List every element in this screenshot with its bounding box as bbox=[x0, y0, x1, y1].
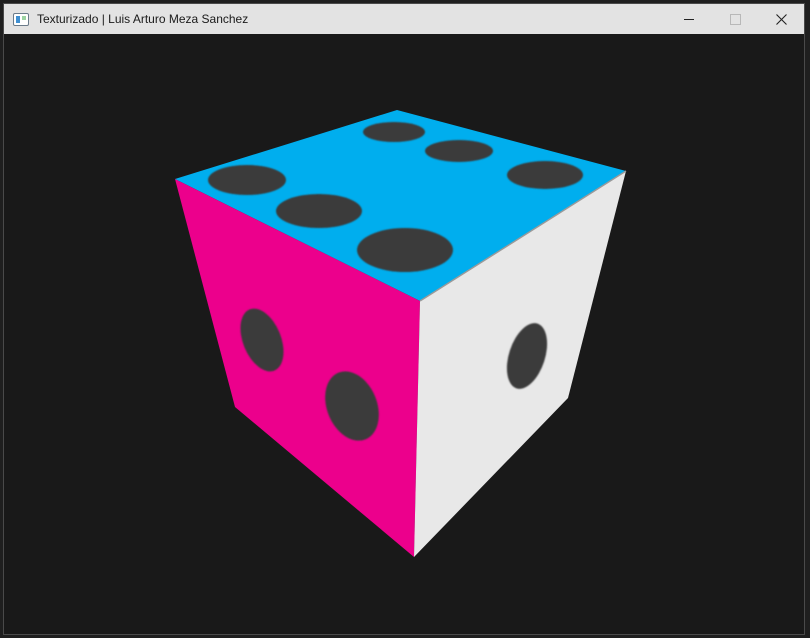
window-title: Texturizado | Luis Arturo Meza Sanchez bbox=[37, 12, 249, 26]
title-bar[interactable]: Texturizado | Luis Arturo Meza Sanchez bbox=[4, 4, 804, 34]
maximize-button[interactable] bbox=[712, 4, 758, 34]
app-icon bbox=[13, 12, 29, 26]
dice-scene bbox=[175, 110, 627, 557]
pip bbox=[507, 161, 583, 189]
pip bbox=[363, 122, 425, 142]
pip bbox=[425, 140, 493, 162]
window-controls bbox=[666, 4, 804, 34]
close-icon bbox=[775, 13, 787, 25]
app-window: Texturizado | Luis Arturo Meza Sanchez bbox=[3, 3, 805, 635]
close-button[interactable] bbox=[758, 4, 804, 34]
pip bbox=[208, 165, 286, 195]
pip bbox=[276, 194, 362, 228]
minimize-button[interactable] bbox=[666, 4, 712, 34]
render-viewport[interactable] bbox=[4, 34, 804, 634]
pip bbox=[357, 228, 453, 272]
